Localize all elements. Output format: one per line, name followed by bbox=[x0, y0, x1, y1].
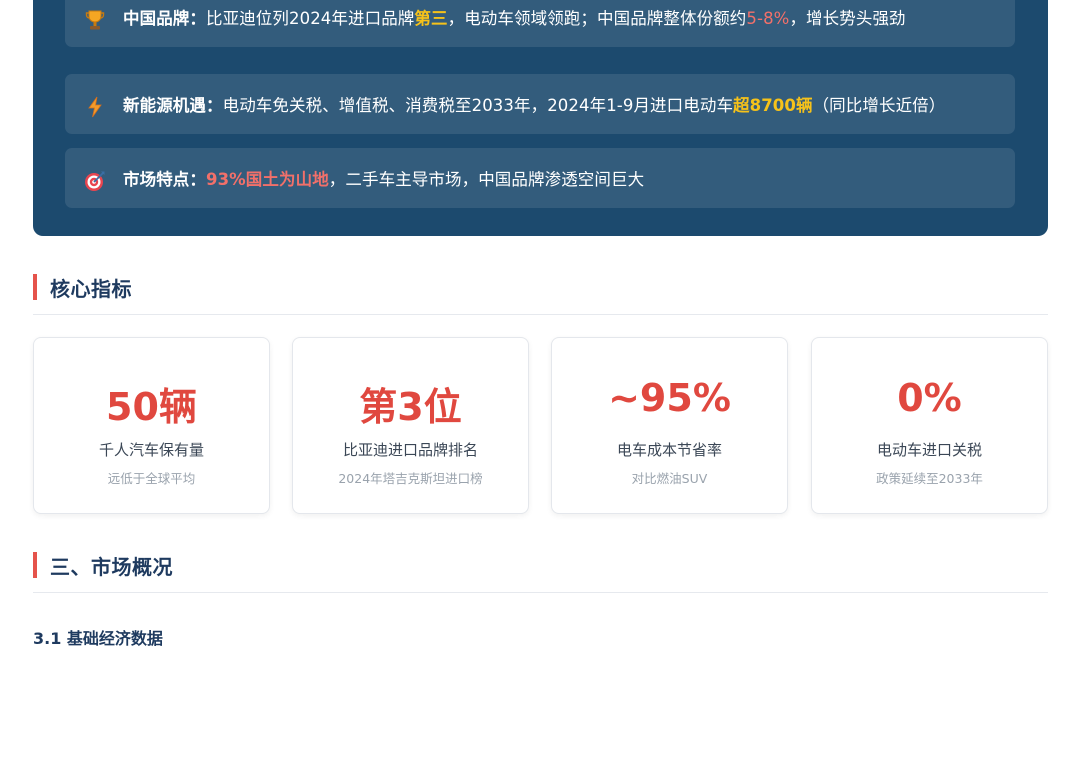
summary-row-text: 市场特点：93%国土为山地，二手车主导市场，中国品牌渗透空间巨大 bbox=[123, 166, 644, 190]
metric-card-import-tariff: 0% 电动车进口关税 政策延续至2033年 bbox=[811, 337, 1048, 514]
section-heading-core-metrics: 核心指标 bbox=[33, 273, 132, 301]
row-part: 比亚迪位列2024年进口品牌 bbox=[206, 9, 415, 28]
metric-title: 电动车进口关税 bbox=[876, 441, 982, 459]
row-part: （同比增长近倍） bbox=[812, 96, 946, 115]
metric-note: 政策延续至2033年 bbox=[876, 471, 983, 486]
row-label: 市场特点： bbox=[123, 170, 206, 189]
row-part: ，电动车领域领跑；中国品牌整体份额约 bbox=[447, 9, 747, 28]
heading-accent-bar bbox=[33, 552, 37, 578]
summary-row-market-feature: 市场特点：93%国土为山地，二手车主导市场，中国品牌渗透空间巨大 bbox=[65, 148, 1015, 208]
row-part-highlight: 5-8% bbox=[746, 9, 790, 28]
metric-note: 远低于全球平均 bbox=[107, 471, 196, 486]
row-part-highlight: 超8700辆 bbox=[733, 96, 813, 115]
sub-heading-economic-data: 3.1 基础经济数据 bbox=[33, 629, 163, 648]
row-label: 中国品牌： bbox=[123, 9, 206, 28]
section-title: 三、市场概况 bbox=[50, 554, 173, 579]
metric-value: 50辆 bbox=[106, 385, 197, 429]
metric-note: 2024年塔吉克斯坦进口榜 bbox=[338, 471, 483, 486]
metric-card-car-ownership: 50辆 千人汽车保有量 远低于全球平均 bbox=[33, 337, 270, 514]
trophy-icon bbox=[83, 8, 107, 32]
divider bbox=[33, 592, 1048, 593]
metric-title: 千人汽车保有量 bbox=[98, 441, 204, 459]
metric-title: 比亚迪进口品牌排名 bbox=[342, 441, 478, 459]
section-heading-market-overview: 三、市场概况 bbox=[33, 551, 173, 579]
heading-accent-bar bbox=[33, 274, 37, 300]
row-part-highlight: 第三 bbox=[414, 9, 448, 28]
lightning-icon bbox=[83, 95, 107, 119]
row-part: ，增长势头强劲 bbox=[789, 9, 906, 28]
summary-row-text: 新能源机遇：电动车免关税、增值税、消费税至2033年，2024年1-9月进口电动… bbox=[123, 92, 945, 116]
row-part-highlight: 93%国土为山地 bbox=[206, 170, 329, 189]
row-part: 电动车免关税、增值税、消费税至2033年，2024年1-9月进口电动车 bbox=[222, 96, 734, 115]
summary-panel: 中国品牌：比亚迪位列2024年进口品牌第三，电动车领域领跑；中国品牌整体份额约5… bbox=[33, 0, 1048, 236]
section-title: 核心指标 bbox=[50, 276, 132, 301]
metric-value: ~95% bbox=[608, 376, 731, 420]
metric-value: 第3位 bbox=[359, 385, 462, 429]
row-label: 新能源机遇： bbox=[123, 96, 223, 115]
row-part: ，二手车主导市场，中国品牌渗透空间巨大 bbox=[328, 170, 645, 189]
target-icon bbox=[83, 169, 107, 193]
metric-card-byd-rank: 第3位 比亚迪进口品牌排名 2024年塔吉克斯坦进口榜 bbox=[292, 337, 529, 514]
metric-title: 电车成本节省率 bbox=[616, 441, 722, 459]
summary-row-new-energy: 新能源机遇：电动车免关税、增值税、消费税至2033年，2024年1-9月进口电动… bbox=[65, 74, 1015, 134]
summary-row-text: 中国品牌：比亚迪位列2024年进口品牌第三，电动车领域领跑；中国品牌整体份额约5… bbox=[123, 5, 906, 29]
metric-card-cost-saving: ~95% 电车成本节省率 对比燃油SUV bbox=[551, 337, 788, 514]
metric-value: 0% bbox=[897, 376, 962, 420]
metric-note: 对比燃油SUV bbox=[631, 471, 708, 486]
divider bbox=[33, 314, 1048, 315]
summary-row-china-brand: 中国品牌：比亚迪位列2024年进口品牌第三，电动车领域领跑；中国品牌整体份额约5… bbox=[65, 0, 1015, 47]
